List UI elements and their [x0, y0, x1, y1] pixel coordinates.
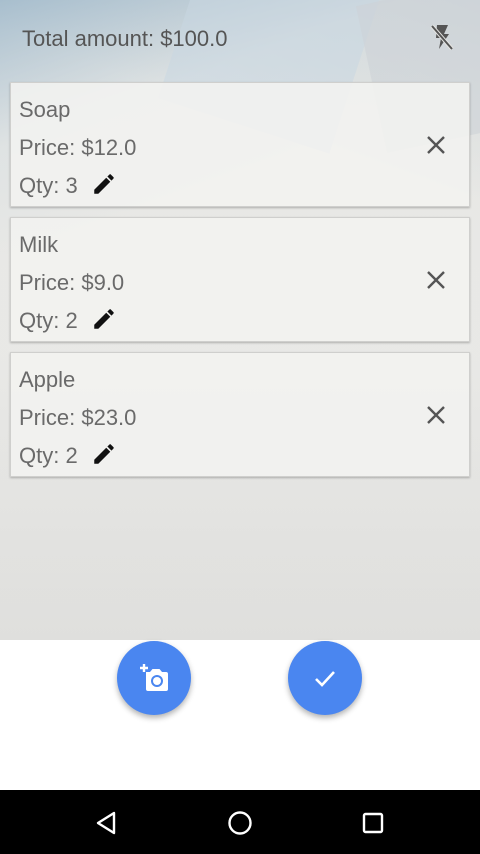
add-a-photo-icon: [140, 664, 168, 691]
system-nav-bar: [0, 790, 480, 854]
confirm-button[interactable]: [288, 641, 362, 715]
pencil-icon[interactable]: [91, 306, 117, 332]
list-item[interactable]: Apple Price: $23.0 Qty: 2: [10, 352, 470, 477]
check-icon: [315, 671, 335, 687]
home-icon[interactable]: [225, 808, 255, 838]
close-icon[interactable]: [423, 267, 449, 293]
item-qty: Qty: 3: [19, 173, 78, 198]
item-qty: Qty: 2: [19, 308, 78, 333]
item-price: Price: $12.0: [19, 135, 137, 160]
recent-apps-icon[interactable]: [358, 808, 388, 838]
list-item[interactable]: Milk Price: $9.0 Qty: 2: [10, 217, 470, 342]
flash-off-icon[interactable]: [428, 22, 456, 52]
list-item[interactable]: Soap Price: $12.0 Qty: 3: [10, 82, 470, 207]
pencil-icon[interactable]: [91, 171, 117, 197]
back-icon[interactable]: [92, 808, 122, 838]
close-icon[interactable]: [423, 132, 449, 158]
item-name: Soap: [19, 97, 71, 122]
close-icon[interactable]: [423, 402, 449, 428]
item-price: Price: $9.0: [19, 270, 125, 295]
item-qty: Qty: 2: [19, 443, 78, 468]
item-price: Price: $23.0: [19, 405, 137, 430]
total-amount: Total amount: $100.0: [22, 26, 228, 51]
item-list: Soap Price: $12.0 Qty: 3 Milk Price: $9.…: [10, 82, 470, 487]
add-photo-button[interactable]: [117, 641, 191, 715]
item-name: Milk: [19, 232, 59, 257]
top-bar: Total amount: $100.0: [0, 0, 480, 78]
item-name: Apple: [19, 367, 76, 392]
pencil-icon[interactable]: [91, 441, 117, 467]
